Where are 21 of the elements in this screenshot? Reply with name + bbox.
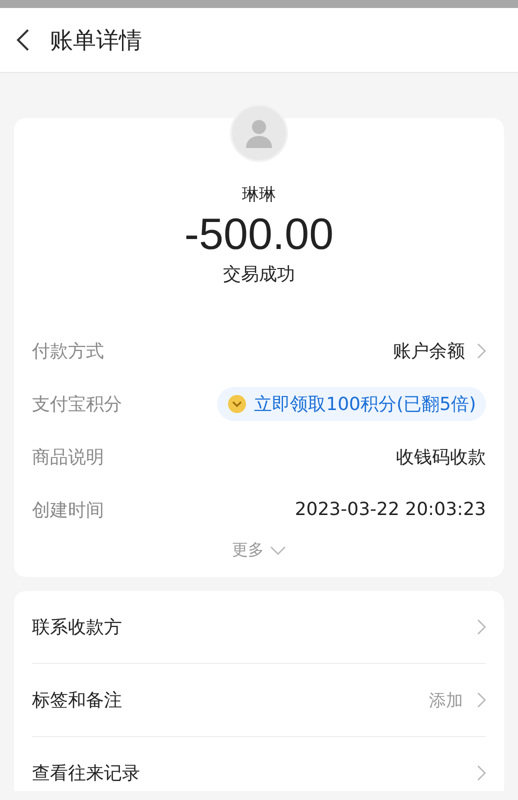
detail-value: 2023-03-22 20:03:23 [294,499,486,520]
payment-method-link[interactable]: 账户余额 [393,338,486,362]
chevron-right-icon [477,692,486,708]
action-row[interactable]: 查看往来记录 [32,737,486,800]
payee-name: 琳琳 [242,184,276,206]
transaction-status: 交易成功 [223,263,295,286]
amount: -500.00 [184,210,334,260]
chevron-down-icon [270,546,286,555]
detail-value: 收钱码收款 [396,446,486,468]
back-button[interactable] [16,28,30,52]
chevron-right-icon [477,619,486,635]
action-row[interactable]: 标签和备注 添加 [32,664,486,737]
chevron-right-icon [477,765,486,781]
detail-label: 商品说明 [32,446,104,468]
detail-label: 支付宝积分 [32,392,122,416]
detail-label: 创建时间 [32,498,104,522]
action-row[interactable]: 联系收款方 [32,591,486,664]
points-badge[interactable]: 立即领取100积分(已翻5倍) [217,386,486,420]
detail-label: 付款方式 [32,340,104,362]
chevron-right-icon [477,342,486,358]
page-title: 账单详情 [50,26,142,56]
